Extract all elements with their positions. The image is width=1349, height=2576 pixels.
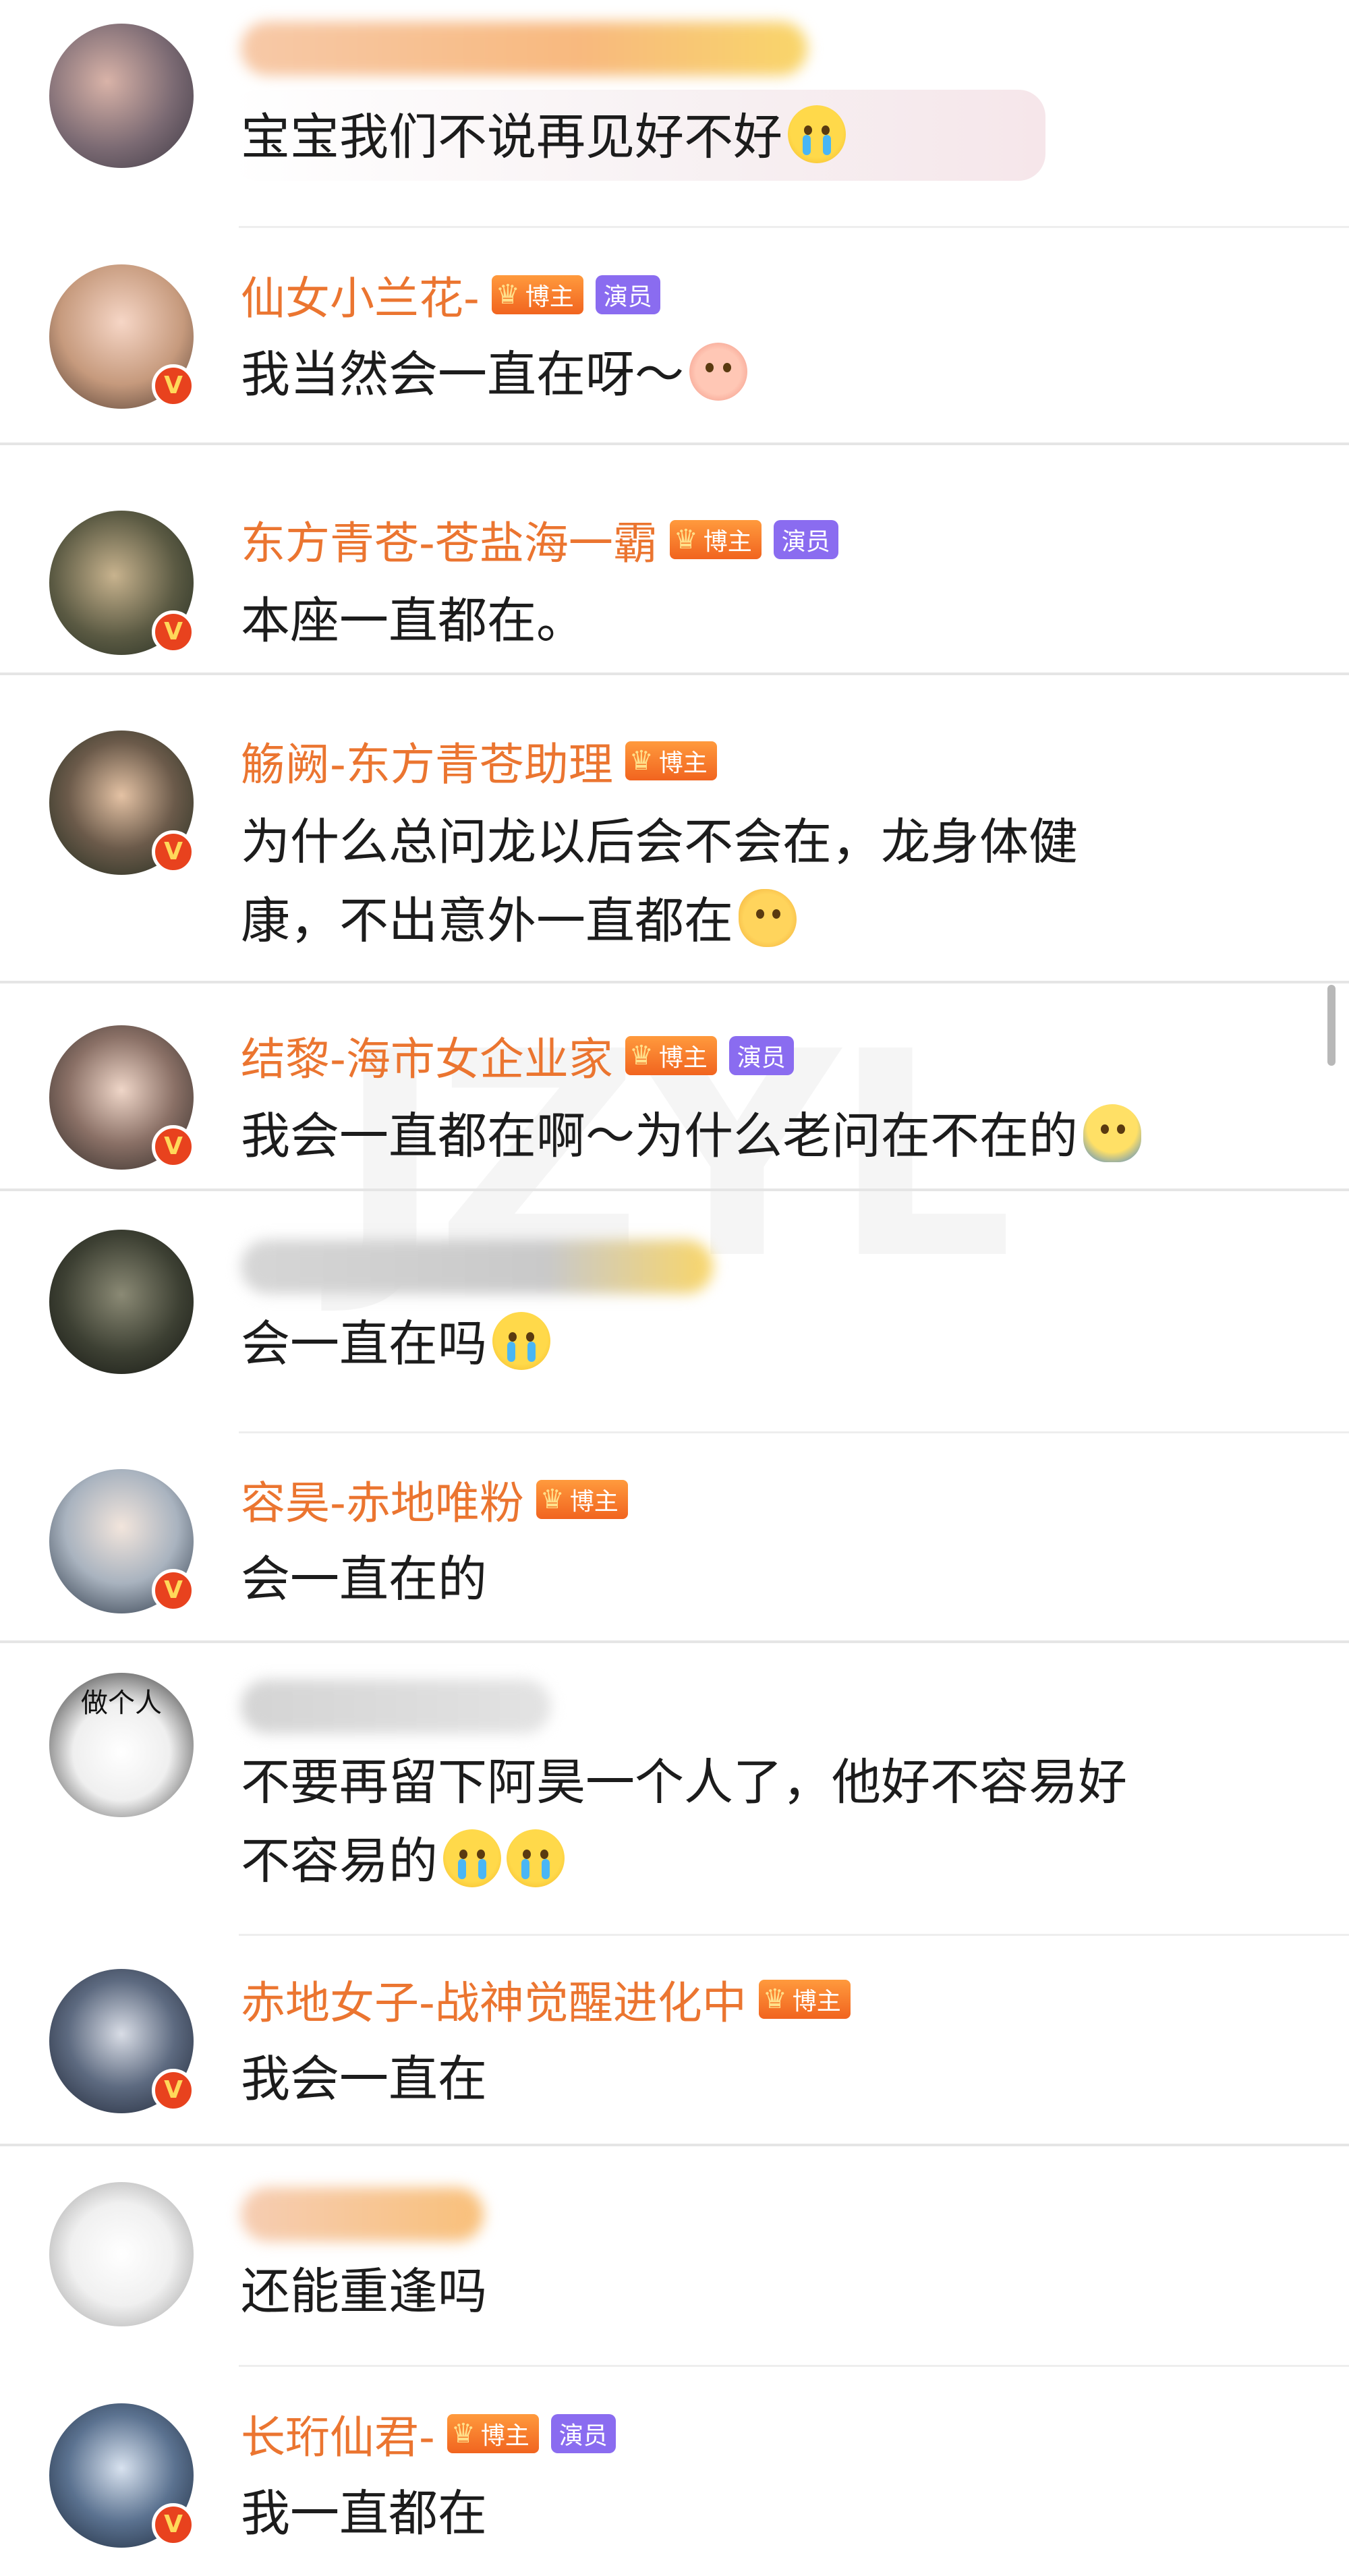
crown-icon: ♛ <box>673 524 698 555</box>
verified-badge-icon: V <box>152 2069 195 2112</box>
bozhu-badge: ♛ 博主 <box>491 275 583 314</box>
comment-text: 我会一直在 <box>241 2051 487 2108</box>
pink-blob-face-emoji-icon <box>689 343 747 401</box>
username-text: 赤地女子-战神觉醒进化中 <box>241 1977 747 2029</box>
bozhu-badge-label: 博主 <box>658 749 708 777</box>
crying-face-emoji-icon <box>492 1312 550 1370</box>
comment-text-content: 我当然会一直在呀～ <box>241 346 684 403</box>
username-text: 容昊-赤地唯粉 <box>241 1477 524 1529</box>
crown-icon: ♛ <box>629 745 654 776</box>
divider <box>239 2365 1349 2367</box>
comment-text-content: 康，不出意外一直都在 <box>241 892 733 950</box>
bozhu-badge: ♛ 博主 <box>536 1480 628 1519</box>
scrollbar[interactable] <box>1327 985 1336 1066</box>
divider <box>239 226 1349 228</box>
comment-text: 本座一直都在。 <box>241 592 585 650</box>
bozhu-badge-label: 博主 <box>569 1488 619 1516</box>
username[interactable]: 仙女小兰花- ♛ 博主 演员 <box>241 264 660 325</box>
comment-text-line-1: 为什么总问龙以后会不会在，龙身体健 <box>241 813 1078 871</box>
blurred-username <box>241 1680 551 1734</box>
divider <box>0 2144 1349 2146</box>
comment-text-line-2: 康，不出意外一直都在 <box>241 882 1293 961</box>
avatar[interactable] <box>49 1230 194 1374</box>
comment-text: 我当然会一直在呀～ <box>241 335 1293 415</box>
crying-face-emoji-icon <box>443 1829 501 1887</box>
comment-text: 我会一直都在啊～为什么老问在不在的 <box>241 1097 1293 1176</box>
comment-text-line-1: 不要再留下阿昊一个人了，他好不容易好 <box>241 1754 1127 1811</box>
comment-text: 宝宝我们不说再见好不好 <box>241 98 1293 177</box>
crying-face-emoji-icon <box>507 1829 565 1887</box>
crown-icon: ♛ <box>540 1484 565 1515</box>
bozhu-badge-label: 博主 <box>792 1988 841 2015</box>
bozhu-badge: ♛ 博主 <box>758 1980 851 2019</box>
comment-text-line-2: 不容易的 <box>241 1822 1293 1901</box>
verified-badge-icon: V <box>152 830 195 874</box>
crown-icon: ♛ <box>495 279 520 310</box>
bozhu-badge-label: 博主 <box>480 2422 529 2450</box>
avatar[interactable] <box>49 24 194 168</box>
divider <box>0 672 1349 675</box>
divider <box>239 1934 1349 1936</box>
verified-badge-icon: V <box>152 1569 195 1612</box>
verified-badge-icon: V <box>152 610 195 654</box>
comment-text-content: 宝宝我们不说再见好不好 <box>241 109 782 166</box>
yanyuan-badge: 演员 <box>728 1036 794 1075</box>
verified-badge-icon: V <box>152 2503 195 2546</box>
bozhu-badge: ♛ 博主 <box>625 741 717 780</box>
username[interactable]: 容昊-赤地唯粉 ♛ 博主 <box>241 1469 628 1530</box>
crown-icon: ♛ <box>629 1040 654 1071</box>
blurred-username <box>241 2187 484 2241</box>
comment-text-content: 我会一直都在啊～为什么老问在不在的 <box>241 1108 1078 1165</box>
crying-face-emoji-icon <box>788 105 846 163</box>
bozhu-badge: ♛ 博主 <box>625 1036 717 1075</box>
username[interactable]: 长珩仙君- ♛ 博主 演员 <box>241 2403 616 2464</box>
comment-text-content: 不容易的 <box>241 1833 438 1890</box>
username[interactable]: 赤地女子-战神觉醒进化中 ♛ 博主 <box>241 1969 851 2030</box>
crown-icon: ♛ <box>762 1984 787 2015</box>
blurred-username <box>241 1240 713 1294</box>
yanyuan-badge: 演员 <box>550 2414 616 2453</box>
username[interactable]: 觞阙-东方青苍助理 ♛ 博主 <box>241 731 717 791</box>
melting-face-emoji-icon <box>739 889 797 947</box>
bozhu-badge: ♛ 博主 <box>447 2414 539 2453</box>
comment-text: 我一直都在 <box>241 2485 487 2542</box>
bozhu-badge-label: 博主 <box>658 1044 708 1072</box>
comment-text: 会一直在吗 <box>241 1305 1293 1384</box>
yanyuan-badge: 演员 <box>773 520 838 559</box>
username-text: 长珩仙君- <box>241 2411 435 2463</box>
username[interactable]: 结黎-海市女企业家 ♛ 博主 演员 <box>241 1025 794 1086</box>
username-text: 仙女小兰花- <box>241 273 480 324</box>
comment-text: 还能重逢吗 <box>241 2263 487 2320</box>
username-text: 东方青苍-苍盐海一霸 <box>241 517 658 569</box>
divider <box>0 1640 1349 1643</box>
username[interactable]: 东方青苍-苍盐海一霸 ♛ 博主 演员 <box>241 509 838 570</box>
avatar-caption: 做个人 <box>81 1688 162 1719</box>
avatar[interactable] <box>49 2182 194 2326</box>
divider <box>0 981 1349 983</box>
yanyuan-badge: 演员 <box>595 275 660 314</box>
divider <box>0 442 1349 445</box>
username-text: 觞阙-东方青苍助理 <box>241 739 613 791</box>
bozhu-badge-label: 博主 <box>703 528 752 556</box>
blurred-username <box>241 22 807 76</box>
divider <box>0 1189 1349 1191</box>
verified-badge-icon: V <box>152 364 195 407</box>
comment-text-content: 会一直在吗 <box>241 1315 487 1373</box>
duck-face-emoji-icon <box>1083 1104 1141 1162</box>
username-text: 结黎-海市女企业家 <box>241 1033 613 1085</box>
verified-badge-icon: V <box>152 1125 195 1168</box>
bozhu-badge-label: 博主 <box>525 283 574 311</box>
crown-icon: ♛ <box>451 2418 476 2449</box>
divider <box>239 1431 1349 1433</box>
bozhu-badge: ♛ 博主 <box>669 520 762 559</box>
comment-text: 会一直在的 <box>241 1551 487 1608</box>
avatar[interactable]: 做个人 <box>49 1673 194 1817</box>
